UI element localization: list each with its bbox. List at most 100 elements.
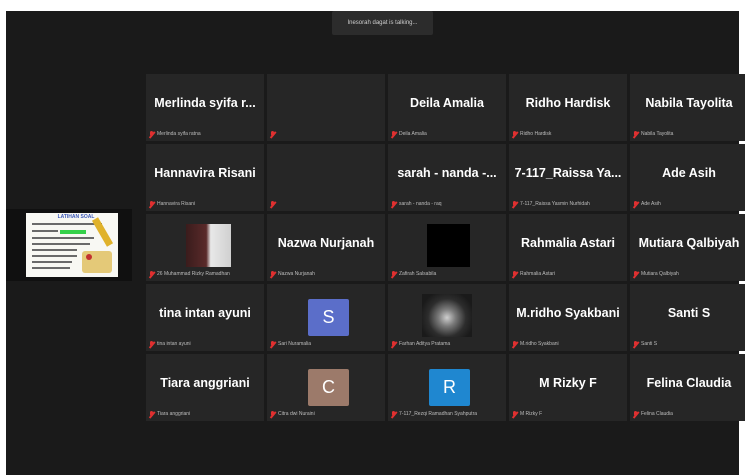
participant-name: Nabila Tayolita [645,96,733,110]
participant-footer: 7-117_Rezqi Ramadhan Syahputra [391,410,503,418]
participant-tile[interactable]: Ridho Hardisk Ridho Hardisk [509,74,627,141]
participant-label: Rahmalia Astari [520,271,556,277]
participant-footer: M Rizky F [512,410,624,418]
participant-name: Hannavira Risani [154,166,256,180]
talking-indicator: Inesorah dagat is talking... [332,11,433,35]
muted-mic-icon [633,340,638,348]
participant-tile[interactable]: Rahmalia Astari Rahmalia Astari [509,214,627,281]
muted-mic-icon [391,200,396,208]
participant-name: Deila Amalia [410,96,484,110]
participant-footer: Deila Amalia [391,130,503,138]
participant-tile[interactable]: C Citra dwi Nuraini [267,354,385,421]
participant-footer: sarah - nanda - raq [391,200,503,208]
muted-mic-icon [149,130,154,138]
participant-name: Ridho Hardisk [525,96,611,110]
participant-label: Merlinda syifa ratna [157,131,201,137]
participant-name: Rahmalia Astari [520,236,616,250]
participant-tile[interactable]: Santi S Santi S [630,284,745,351]
participant-name: Santi S [667,306,711,320]
participant-name: 7-117_Raissa Ya... [514,166,622,180]
participant-label: Hannavira Risani [157,201,196,207]
avatar: R [429,369,470,406]
muted-mic-icon [391,130,396,138]
muted-mic-icon [633,200,638,208]
participant-footer: 26 Muhammad Rizky Ramadhan [149,270,261,278]
participant-tile[interactable]: sarah - nanda -... sarah - nanda - raq [388,144,506,211]
participant-label: Zafirah Salsabila [399,271,437,277]
participant-tile[interactable]: Nazwa Nurjanah Nazwa Nurjanah [267,214,385,281]
muted-mic-icon [391,340,396,348]
participant-tile[interactable]: 26 Muhammad Rizky Ramadhan [146,214,264,281]
participant-label: Ridho Hardisk [520,131,552,137]
participant-label: 7-117_Raissa Yasmin Nurhidah [520,201,590,207]
shared-slide: LATIHAN SOAL [26,213,118,277]
muted-mic-icon [270,130,275,138]
participant-tile[interactable]: Zafirah Salsabila [388,214,506,281]
participant-tile[interactable]: Nabila Tayolita Nabila Tayolita [630,74,745,141]
slide-text-line [32,223,102,225]
slide-text-line [32,261,72,263]
participant-tile[interactable]: Farhan Aditya Pratama [388,284,506,351]
muted-mic-icon [633,410,638,418]
participant-tile[interactable]: Deila Amalia Deila Amalia [388,74,506,141]
muted-mic-icon [512,200,517,208]
participant-tile[interactable]: M Rizky F M Rizky F [509,354,627,421]
muted-mic-icon [391,270,396,278]
participant-tile[interactable]: tina intan ayuni tina intan ayuni [146,284,264,351]
participant-label: Nazwa Nurjanah [278,271,315,277]
muted-mic-icon [633,130,638,138]
pencil-illustration [91,217,114,247]
participant-label: 26 Muhammad Rizky Ramadhan [157,271,230,277]
muted-mic-icon [270,200,275,208]
avatar: S [308,299,349,336]
participant-footer: Rahmalia Astari [512,270,624,278]
participant-footer: Nabila Tayolita [633,130,745,138]
participant-label: Tiara anggriani [157,411,191,417]
participant-footer: Sari Nuramalia [270,340,382,348]
participant-tile[interactable]: Ade Asih Ade Asih [630,144,745,211]
participant-tile[interactable]: R 7-117_Rezqi Ramadhan Syahputra [388,354,506,421]
screen-share-thumbnail[interactable]: LATIHAN SOAL [6,209,132,281]
participant-label: Mutiara Qalbiyah [641,271,679,277]
muted-mic-icon [270,410,275,418]
slide-highlight [60,230,86,234]
participant-name: Felina Claudia [646,376,732,390]
participant-label: Farhan Aditya Pratama [399,341,451,347]
participant-footer: 7-117_Raissa Yasmin Nurhidah [512,200,624,208]
participant-footer: Zafirah Salsabila [391,270,503,278]
participant-name: M Rizky F [539,376,597,390]
participant-footer: Farhan Aditya Pratama [391,340,503,348]
participant-tile[interactable]: Felina Claudia Felina Claudia [630,354,745,421]
participant-tile[interactable]: S Sari Nuramalia [267,284,385,351]
muted-mic-icon [391,410,396,418]
muted-mic-icon [512,410,517,418]
participant-label: sarah - nanda - raq [399,201,442,207]
participant-tile[interactable] [267,144,385,211]
participant-label: M.ridho Syakbani [520,341,559,347]
participant-tile[interactable]: M.ridho Syakbani M.ridho Syakbani [509,284,627,351]
participant-label: Felina Claudia [641,411,673,417]
participant-label: Ade Asih [641,201,661,207]
slide-text-line [32,249,77,251]
participant-label: Santi S [641,341,658,347]
muted-mic-icon [270,340,275,348]
participant-name: Nazwa Nurjanah [277,236,375,250]
participant-footer: Merlinda syifa ratna [149,130,261,138]
participant-tile[interactable]: Mutiara Qalbiyah Mutiara Qalbiyah [630,214,745,281]
participant-name: M.ridho Syakbani [516,306,620,320]
participant-tile[interactable]: Merlinda syifa r... Merlinda syifa ratna [146,74,264,141]
participant-label: Deila Amalia [399,131,427,137]
participant-footer: tina intan ayuni [149,340,261,348]
slide-illustration-dot [86,254,92,260]
participant-tile[interactable] [267,74,385,141]
participant-video [186,224,231,267]
participant-tile[interactable]: Hannavira Risani Hannavira Risani [146,144,264,211]
muted-mic-icon [149,270,154,278]
slide-text-line [32,255,77,257]
participant-footer: Citra dwi Nuraini [270,410,382,418]
muted-mic-icon [512,270,517,278]
participant-label: tina intan ayuni [157,341,191,347]
slide-text-line [32,243,90,245]
participant-tile[interactable]: 7-117_Raissa Ya... 7-117_Raissa Yasmin N… [509,144,627,211]
participant-tile[interactable]: Tiara anggriani Tiara anggriani [146,354,264,421]
